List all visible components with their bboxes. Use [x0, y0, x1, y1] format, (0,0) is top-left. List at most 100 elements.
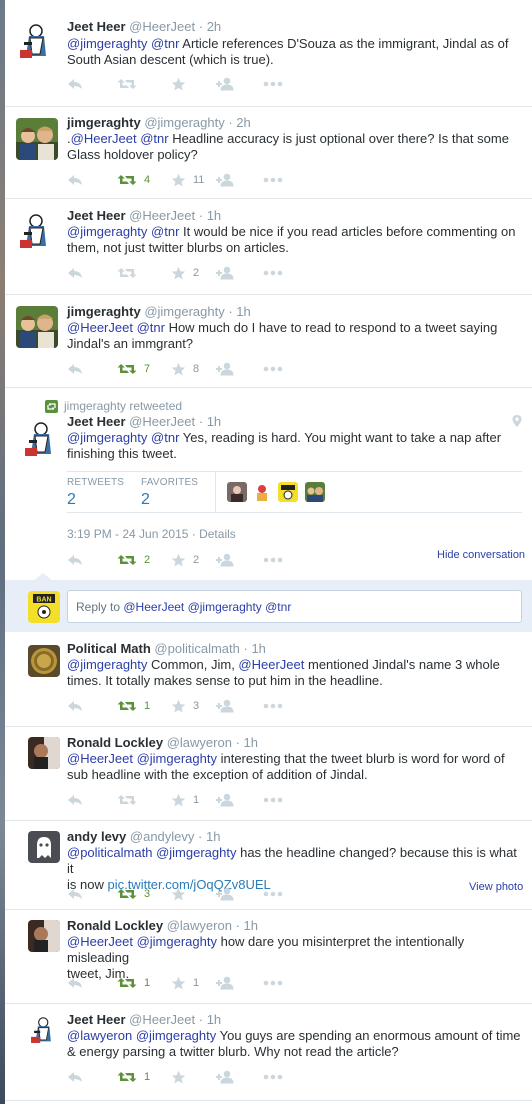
reply-action[interactable]	[67, 1069, 83, 1085]
retweet-action[interactable]: 7	[117, 361, 150, 377]
tweet-timestamp[interactable]: 3:19 PM - 24 Jun 2015	[67, 527, 188, 541]
author-handle[interactable]: @andylevy	[130, 829, 195, 844]
favorite-action[interactable]	[171, 886, 193, 902]
mention-link[interactable]: @jimgeraghty	[67, 657, 147, 672]
retweeter-avatar[interactable]	[278, 482, 298, 502]
tweet[interactable]: Jeet Heer @HeerJeet · 2h @jimgeraghty @t…	[5, 0, 532, 107]
favorite-action[interactable]: 3	[171, 698, 199, 714]
hide-conversation-link[interactable]: Hide conversation	[437, 549, 525, 561]
more-action[interactable]	[263, 172, 283, 188]
author-handle[interactable]: @lawyeron	[167, 918, 232, 933]
mention-link[interactable]: @tnr	[151, 224, 179, 239]
reply-tweet[interactable]: andy levy @andylevy · 1h @politicalmath …	[5, 821, 532, 910]
retweet-action[interactable]	[117, 76, 144, 92]
favorite-action[interactable]	[171, 1069, 193, 1085]
avatar-jeet-heer[interactable]	[28, 1014, 60, 1046]
tweet-time[interactable]: 1h	[236, 304, 250, 319]
tweet-time[interactable]: 2h	[207, 19, 221, 34]
follow-action[interactable]	[216, 552, 234, 568]
retweet-action[interactable]: 4	[117, 172, 150, 188]
author-handle[interactable]: @HeerJeet	[129, 1012, 195, 1027]
reply-input[interactable]: Reply to @HeerJeet @jimgeraghty @tnr	[67, 590, 522, 623]
tweet-time[interactable]: 1h	[207, 414, 221, 429]
mention-link[interactable]: @tnr	[140, 131, 168, 146]
follow-action[interactable]	[216, 886, 234, 902]
mention-link[interactable]: @jimgeraghty	[67, 224, 147, 239]
author-handle[interactable]: @jimgeraghty	[144, 115, 224, 130]
retweet-action[interactable]: 1	[117, 975, 150, 991]
mention-link[interactable]: @HeerJeet	[238, 657, 304, 672]
more-action[interactable]	[263, 1069, 283, 1085]
reply-action[interactable]	[67, 552, 83, 568]
follow-action[interactable]	[216, 975, 234, 991]
mention-link[interactable]: @politicalmath	[67, 845, 152, 860]
retweet-action[interactable]	[117, 792, 144, 808]
mention-link[interactable]: @jimgeraghty	[67, 430, 147, 445]
author-name[interactable]: andy levy	[67, 829, 126, 844]
follow-action[interactable]	[216, 265, 234, 281]
author-name[interactable]: Jeet Heer	[67, 208, 126, 223]
follow-action[interactable]	[216, 792, 234, 808]
mention-link[interactable]: @HeerJeet	[67, 751, 133, 766]
favorite-action[interactable]: 1	[171, 792, 199, 808]
mention-link[interactable]: @lawyeron	[67, 1028, 132, 1043]
retweet-action[interactable]: 3	[117, 886, 150, 902]
avatar-jimgeraghty[interactable]	[16, 118, 58, 160]
mention-link[interactable]: @jimgeraghty	[137, 751, 217, 766]
retweeter-avatar[interactable]	[227, 482, 247, 502]
tweet-time[interactable]: 1h	[244, 735, 258, 750]
reply-action[interactable]	[67, 265, 83, 281]
reply-tweet[interactable]: Ronald Lockley @lawyeron · 1h @HeerJeet …	[5, 910, 532, 1004]
favorite-action[interactable]: 2	[171, 265, 199, 281]
avatar-jeet-heer[interactable]	[16, 210, 58, 252]
more-action[interactable]	[263, 698, 283, 714]
follow-action[interactable]	[216, 1069, 234, 1085]
favorite-action[interactable]: 1	[171, 975, 199, 991]
author-name[interactable]: jimgeraghty	[67, 115, 141, 130]
author-name[interactable]: Jeet Heer	[67, 414, 126, 429]
retweet-action[interactable]: 2	[117, 552, 150, 568]
tweet-time[interactable]: 2h	[236, 115, 250, 130]
retweeter-avatar[interactable]	[305, 482, 325, 502]
more-action[interactable]	[263, 265, 283, 281]
avatar-jimgeraghty[interactable]	[16, 306, 58, 348]
retweet-action[interactable]: 1	[117, 698, 150, 714]
author-handle[interactable]: @HeerJeet	[129, 19, 195, 34]
reply-tweet[interactable]: Ronald Lockley @lawyeron · 1h @HeerJeet …	[5, 727, 532, 821]
more-action[interactable]	[263, 76, 283, 92]
more-action[interactable]	[263, 361, 283, 377]
retweets-count[interactable]: 2	[67, 491, 76, 509]
reply-action[interactable]	[67, 76, 83, 92]
avatar-ronald-lockley[interactable]	[28, 737, 60, 769]
reply-tweet[interactable]: Jeet Heer @HeerJeet · 1h @lawyeron @jimg…	[5, 1004, 532, 1104]
reply-tweet[interactable]: Political Math @politicalmath · 1h @jimg…	[5, 632, 532, 727]
more-action[interactable]	[263, 975, 283, 991]
reply-action[interactable]	[67, 361, 83, 377]
follow-action[interactable]	[216, 698, 234, 714]
tweet-time[interactable]: 1h	[251, 641, 265, 656]
author-handle[interactable]: @lawyeron	[167, 735, 232, 750]
tweet-time[interactable]: 1h	[206, 829, 220, 844]
focused-tweet[interactable]: jimgeraghty retweeted Jeet Heer @HeerJee…	[5, 388, 532, 580]
author-handle[interactable]: @jimgeraghty	[144, 304, 224, 319]
tweet[interactable]: Jeet Heer @HeerJeet · 1h @jimgeraghty @t…	[5, 199, 532, 295]
favorites-count[interactable]: 2	[141, 491, 150, 509]
mention-link[interactable]: @jimgeraghty	[156, 845, 236, 860]
favorite-action[interactable]: 2	[171, 552, 199, 568]
tweet-time[interactable]: 1h	[244, 918, 258, 933]
more-action[interactable]	[263, 886, 283, 902]
avatar-andy-levy[interactable]	[28, 831, 60, 863]
reply-action[interactable]	[67, 886, 83, 902]
author-handle[interactable]: @politicalmath	[154, 641, 239, 656]
author-handle[interactable]: @HeerJeet	[129, 414, 195, 429]
author-handle[interactable]: @HeerJeet	[129, 208, 195, 223]
reply-action[interactable]	[67, 792, 83, 808]
favorite-action[interactable]: 8	[171, 361, 199, 377]
avatar-jeet-heer[interactable]	[16, 20, 58, 62]
mention-link[interactable]: @tnr	[151, 430, 179, 445]
more-action[interactable]	[263, 552, 283, 568]
retweet-action[interactable]	[117, 265, 144, 281]
details-link[interactable]: Details	[199, 527, 236, 541]
avatar-political-math[interactable]	[28, 645, 60, 677]
view-photo-link[interactable]: View photo	[469, 881, 523, 893]
